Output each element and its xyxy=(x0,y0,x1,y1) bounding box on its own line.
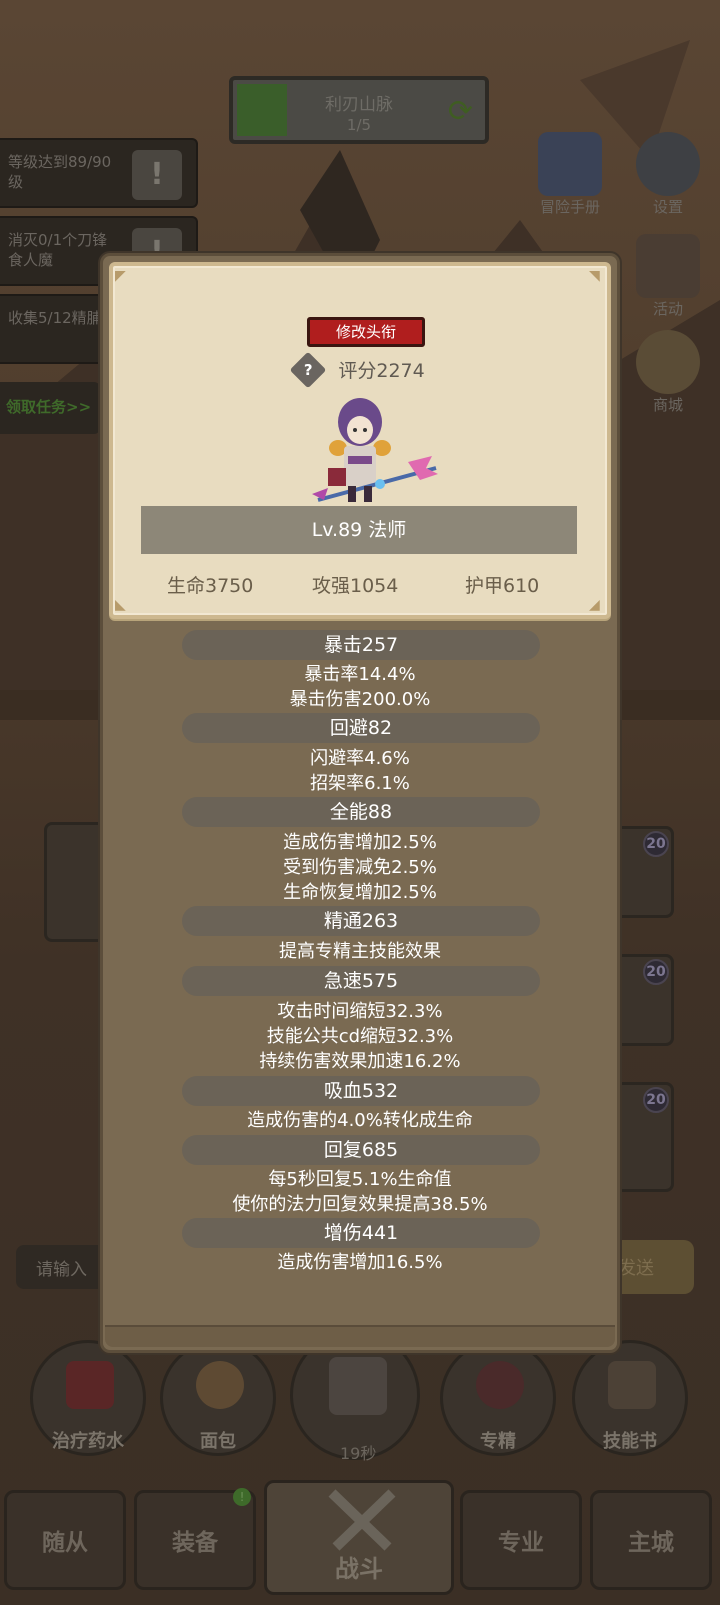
corner-ornament: ◥ xyxy=(589,268,600,284)
attribute-header-damage-bonus: 增伤441 xyxy=(182,1218,540,1248)
attribute-line: 技能公共cd缩短32.3% xyxy=(266,1026,454,1047)
health-stat: 生命3750 xyxy=(167,575,254,597)
attribute-header-crit: 暴击257 xyxy=(182,630,540,660)
attribute-line: 攻击时间缩短32.3% xyxy=(277,1001,443,1022)
attribute-line: 生命恢复增加2.5% xyxy=(283,882,437,903)
level-class-bar: Lv.89 法师 xyxy=(141,506,577,554)
attribute-header-versatility: 全能88 xyxy=(182,797,540,827)
attribute-line: 每5秒回复5.1%生命值 xyxy=(268,1169,452,1190)
attribute-line: 造成伤害增加2.5% xyxy=(283,832,437,853)
attribute-line: 提高专精主技能效果 xyxy=(279,941,441,962)
score-row: ? 评分2274 xyxy=(113,351,607,388)
score-text: 评分2274 xyxy=(338,360,425,382)
armor-stat: 护甲610 xyxy=(465,575,540,597)
attribute-line: 招架率6.1% xyxy=(310,773,410,794)
character-card: ◤ ◥ ◣ ◢ 修改头衔 ? 评分2274 Lv.89 法师 生命3750 攻强… xyxy=(109,262,611,619)
attribute-line: 暴击率14.4% xyxy=(304,664,416,685)
help-icon[interactable]: ? xyxy=(289,351,327,388)
attribute-header-mastery: 精通263 xyxy=(182,906,540,936)
attribute-line: 闪避率4.6% xyxy=(310,748,410,769)
main-stats-row: 生命3750 攻强1054 护甲610 xyxy=(113,571,607,601)
attribute-line: 暴击伤害200.0% xyxy=(289,689,431,710)
attack-power-stat: 攻强1054 xyxy=(312,575,399,597)
attribute-line: 受到伤害减免2.5% xyxy=(283,857,437,878)
corner-ornament: ◤ xyxy=(115,268,126,284)
attribute-line: 造成伤害增加16.5% xyxy=(277,1252,443,1273)
attribute-header-regen: 回复685 xyxy=(182,1135,540,1165)
attribute-header-haste: 急速575 xyxy=(182,966,540,996)
attribute-header-lifesteal: 吸血532 xyxy=(182,1076,540,1106)
attribute-line: 使你的法力回复效果提高38.5% xyxy=(232,1194,488,1215)
attribute-line: 持续伤害效果加速16.2% xyxy=(259,1051,461,1072)
panel-footer xyxy=(105,1325,615,1347)
attribute-line: 造成伤害的4.0%转化成生命 xyxy=(247,1110,473,1131)
attribute-header-avoidance: 回避82 xyxy=(182,713,540,743)
edit-title-button[interactable]: 修改头衔 xyxy=(307,317,425,347)
mage-avatar xyxy=(312,398,438,502)
character-attributes-panel: ◤ ◥ ◣ ◢ 修改头衔 ? 评分2274 Lv.89 法师 生命3750 攻强… xyxy=(100,253,620,1353)
